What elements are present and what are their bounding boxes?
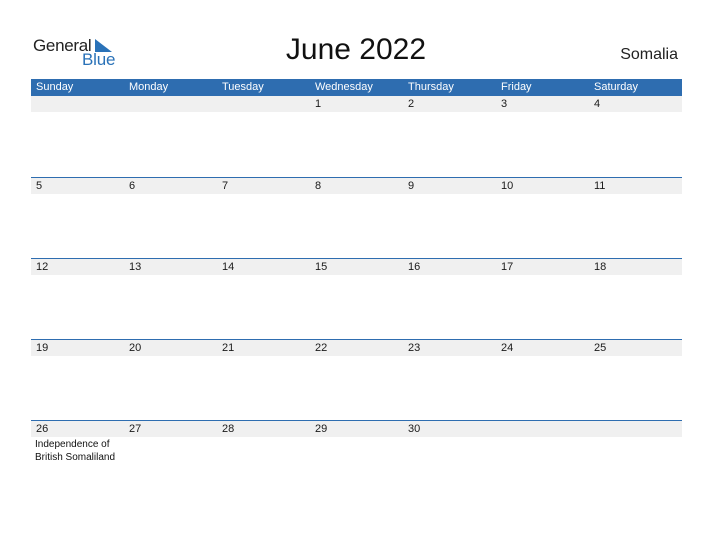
day-cell: 7: [222, 180, 229, 192]
day-cell: 28: [222, 423, 235, 435]
day-cell: 27: [129, 423, 142, 435]
day-cell: 29: [315, 423, 328, 435]
day-cell: 25: [594, 342, 607, 354]
day-number-bar: 26 27 28 29 30: [31, 421, 682, 437]
country-label: Somalia: [620, 46, 678, 63]
day-cell: 24: [501, 342, 514, 354]
day-cell: 19: [36, 342, 49, 354]
event-cell: [589, 438, 682, 464]
day-cell: 5: [36, 180, 43, 192]
event-cell: [124, 438, 217, 464]
day-number-bar: 5 6 7 8 9 10 11: [31, 178, 682, 194]
day-cell: 6: [129, 180, 136, 192]
day-cell: 12: [36, 261, 49, 273]
calendar-title: June 2022: [285, 33, 427, 66]
event-cell: [310, 438, 403, 464]
day-cell: 3: [501, 98, 508, 110]
day-cell: 4: [594, 98, 601, 110]
day-cell: 16: [408, 261, 421, 273]
day-cell: 21: [222, 342, 235, 354]
weekday-header: Sunday Monday Tuesday Wednesday Thursday…: [31, 79, 682, 96]
day-cell: 2: [408, 98, 415, 110]
day-cell: [31, 96, 124, 112]
day-cell: 17: [501, 261, 514, 273]
weekday-wednesday: Wednesday: [315, 81, 373, 93]
day-cell: 15: [315, 261, 328, 273]
weekday-sunday: Sunday: [36, 81, 74, 93]
day-cell: 9: [408, 180, 415, 192]
day-number-bar: 19 20 21 22 23 24 25: [31, 340, 682, 356]
day-cell: 1: [315, 98, 322, 110]
holiday-event: Independence of British Somaliland: [35, 439, 116, 463]
day-number-bar: 1 2 3 4: [31, 96, 682, 112]
day-cell: 23: [408, 342, 421, 354]
day-cell: 8: [315, 180, 322, 192]
weekday-friday: Friday: [501, 81, 532, 93]
day-cell: [589, 421, 682, 437]
day-cell: 10: [501, 180, 514, 192]
weekday-tuesday: Tuesday: [222, 81, 264, 93]
weekday-monday: Monday: [129, 81, 169, 93]
day-cell: 11: [594, 180, 606, 192]
events-row: Independence of British Somaliland: [31, 438, 682, 464]
event-cell: [403, 438, 496, 464]
day-cell: [217, 96, 310, 112]
day-cell: 30: [408, 423, 421, 435]
day-cell: 20: [129, 342, 142, 354]
day-cell: 13: [129, 261, 142, 273]
day-cell: 22: [315, 342, 328, 354]
event-cell: [496, 438, 589, 464]
weekday-thursday: Thursday: [408, 81, 454, 93]
weekday-saturday: Saturday: [594, 81, 639, 93]
day-cell: 14: [222, 261, 235, 273]
day-cell: 26: [36, 423, 49, 435]
day-cell: [496, 421, 589, 437]
day-cell: 18: [594, 261, 607, 273]
event-cell: [217, 438, 310, 464]
day-number-bar: 12 13 14 15 16 17 18: [31, 259, 682, 275]
day-cell: [124, 96, 217, 112]
